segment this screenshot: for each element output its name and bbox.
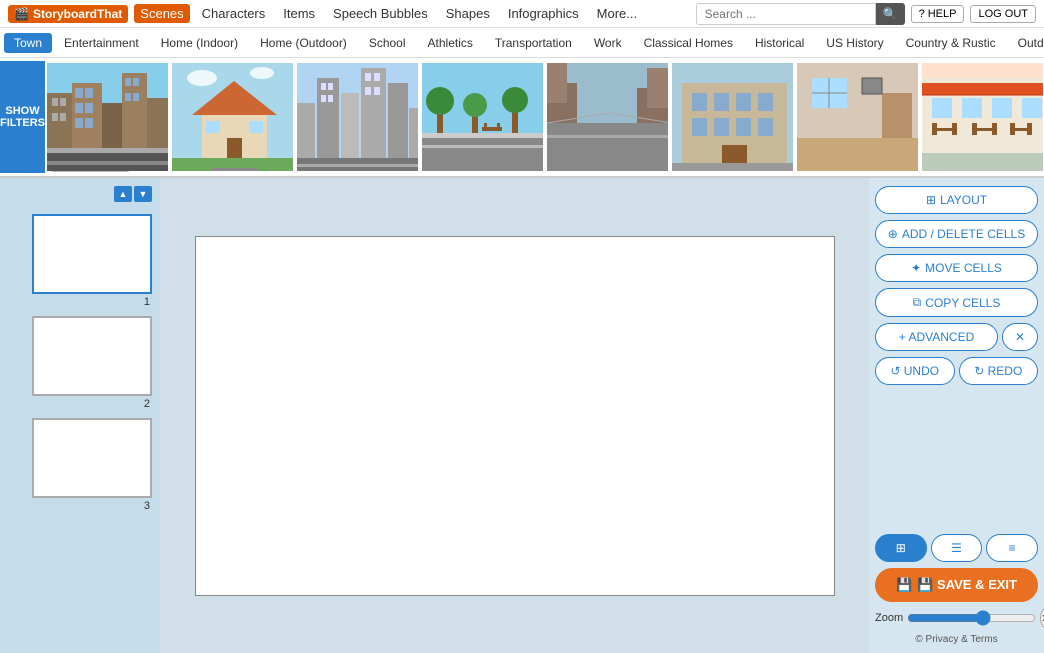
logo-text: StoryboardThat	[33, 7, 122, 21]
tab-town[interactable]: Town	[4, 33, 52, 53]
save-exit-button[interactable]: 💾 💾 SAVE & EXIT	[875, 568, 1038, 602]
arrow-down-button[interactable]: ▼	[134, 186, 152, 202]
arrow-controls: ▲ ▼	[8, 186, 152, 202]
close-x-icon: ✕	[1015, 330, 1025, 344]
save-exit-label: 💾 SAVE & EXIT	[917, 577, 1017, 593]
scene-item-1[interactable]	[45, 61, 170, 173]
search-input[interactable]	[696, 3, 876, 25]
tab-school[interactable]: School	[359, 33, 416, 53]
tab-classical-homes[interactable]: Classical Homes	[634, 33, 743, 53]
scene-item-6[interactable]	[670, 61, 795, 173]
undo-label: ↺ UNDO	[890, 364, 939, 378]
tab-historical[interactable]: Historical	[745, 33, 814, 53]
add-icon: ⊕	[888, 227, 898, 241]
scene-item-5[interactable]	[545, 61, 670, 173]
nav-more[interactable]: More...	[591, 4, 643, 23]
tab-work[interactable]: Work	[584, 33, 632, 53]
privacy-terms[interactable]: © Privacy & Terms	[875, 634, 1038, 645]
nav-scenes[interactable]: Scenes	[134, 4, 189, 23]
logout-button[interactable]: LOG OUT	[970, 5, 1036, 23]
copy-icon: ⧉	[913, 295, 922, 310]
search-wrapper: 🔍	[696, 3, 905, 25]
advanced-button[interactable]: + ADVANCED	[875, 323, 998, 351]
nav-items[interactable]: Items	[277, 4, 321, 23]
main-layout: ▲ ▼ 1 2 3 ⊞ LAYOUT ⊕ ADD / DELETE CELL	[0, 178, 1044, 653]
add-delete-cells-button[interactable]: ⊕ ADD / DELETE CELLS	[875, 220, 1038, 248]
undo-redo-row: ↺ UNDO ↻ REDO	[875, 357, 1038, 385]
move-icon: ✦	[911, 261, 921, 275]
canvas-area	[160, 178, 869, 653]
nav-speech-bubbles[interactable]: Speech Bubbles	[327, 4, 434, 23]
thumbnail-num-3: 3	[144, 500, 150, 512]
layout-grid-button[interactable]: ⊞	[875, 534, 927, 562]
logo-icon: 🎬	[14, 7, 29, 21]
show-filters-button[interactable]: SHOW FILTERS	[0, 61, 45, 173]
advanced-row: + ADVANCED ✕	[875, 323, 1038, 351]
scene-item-4[interactable]	[420, 61, 545, 173]
search-button[interactable]: 🔍	[876, 3, 905, 25]
add-delete-label: ADD / DELETE CELLS	[902, 227, 1025, 241]
tab-transportation[interactable]: Transportation	[485, 33, 582, 53]
copy-cells-button[interactable]: ⧉ COPY CELLS	[875, 288, 1038, 317]
storyboard-canvas[interactable]	[195, 236, 835, 596]
scene-item-2[interactable]	[170, 61, 295, 173]
move-cells-label: MOVE CELLS	[925, 261, 1002, 275]
advanced-label: + ADVANCED	[899, 330, 974, 344]
zoom-row: Zoom ✕	[875, 608, 1038, 628]
tab-country-rustic[interactable]: Country & Rustic	[896, 33, 1006, 53]
undo-button[interactable]: ↺ UNDO	[875, 357, 955, 385]
tab-athletics[interactable]: Athletics	[418, 33, 483, 53]
nav-characters[interactable]: Characters	[196, 4, 272, 23]
tab-outdoor[interactable]: Outdoor	[1008, 33, 1044, 53]
spacer	[875, 391, 1038, 526]
copy-cells-label: COPY CELLS	[925, 296, 1000, 310]
thumbnail-3[interactable]	[32, 418, 152, 498]
layout-label: LAYOUT	[940, 193, 987, 207]
redo-label: ↻ REDO	[974, 364, 1022, 378]
scenes-image-strip: SHOW FILTERS	[0, 58, 1044, 178]
scene-item-3[interactable]	[295, 61, 420, 173]
nav-shapes[interactable]: Shapes	[440, 4, 496, 23]
layout-list-button[interactable]: ☰	[931, 534, 983, 562]
zoom-reset-button[interactable]: ✕	[1040, 608, 1044, 628]
scenes-tab-bar: Town Entertainment Home (Indoor) Home (O…	[0, 28, 1044, 58]
zoom-label: Zoom	[875, 612, 903, 624]
tab-home-outdoor[interactable]: Home (Outdoor)	[250, 33, 357, 53]
top-navigation: 🎬 StoryboardThat Scenes Characters Items…	[0, 0, 1044, 28]
scene-item-7[interactable]	[795, 61, 920, 173]
thumbnail-num-2: 2	[144, 398, 150, 410]
tab-us-history[interactable]: US History	[816, 33, 893, 53]
thumbnail-container-3: 3	[8, 418, 152, 512]
left-panel-thumbnails: ▲ ▼ 1 2 3	[0, 178, 160, 653]
tab-home-indoor[interactable]: Home (Indoor)	[151, 33, 248, 53]
layout-icons-row: ⊞ ☰ ≡	[875, 534, 1038, 562]
thumbnail-container-1: 1	[8, 214, 152, 308]
arrow-up-button[interactable]: ▲	[114, 186, 132, 202]
layout-icon: ⊞	[926, 193, 936, 207]
layout-button[interactable]: ⊞ LAYOUT	[875, 186, 1038, 214]
tab-entertainment[interactable]: Entertainment	[54, 33, 149, 53]
close-x-button[interactable]: ✕	[1002, 323, 1038, 351]
list-icon: ☰	[951, 541, 962, 555]
logo[interactable]: 🎬 StoryboardThat	[8, 5, 128, 23]
help-button[interactable]: ? HELP	[911, 5, 965, 23]
right-panel-tools: ⊞ LAYOUT ⊕ ADD / DELETE CELLS ✦ MOVE CEL…	[869, 178, 1044, 653]
grid-icon: ⊞	[896, 541, 906, 555]
redo-button[interactable]: ↻ REDO	[959, 357, 1039, 385]
move-cells-button[interactable]: ✦ MOVE CELLS	[875, 254, 1038, 282]
rows-icon: ≡	[1009, 541, 1016, 555]
thumbnail-num-1: 1	[144, 296, 150, 308]
save-icon: 💾	[896, 577, 912, 593]
thumbnail-1[interactable]	[32, 214, 152, 294]
zoom-slider[interactable]	[907, 610, 1036, 626]
nav-infographics[interactable]: Infographics	[502, 4, 585, 23]
thumbnail-2[interactable]	[32, 316, 152, 396]
layout-rows-button[interactable]: ≡	[986, 534, 1038, 562]
thumbnail-container-2: 2	[8, 316, 152, 410]
scene-item-8[interactable]	[920, 61, 1044, 173]
